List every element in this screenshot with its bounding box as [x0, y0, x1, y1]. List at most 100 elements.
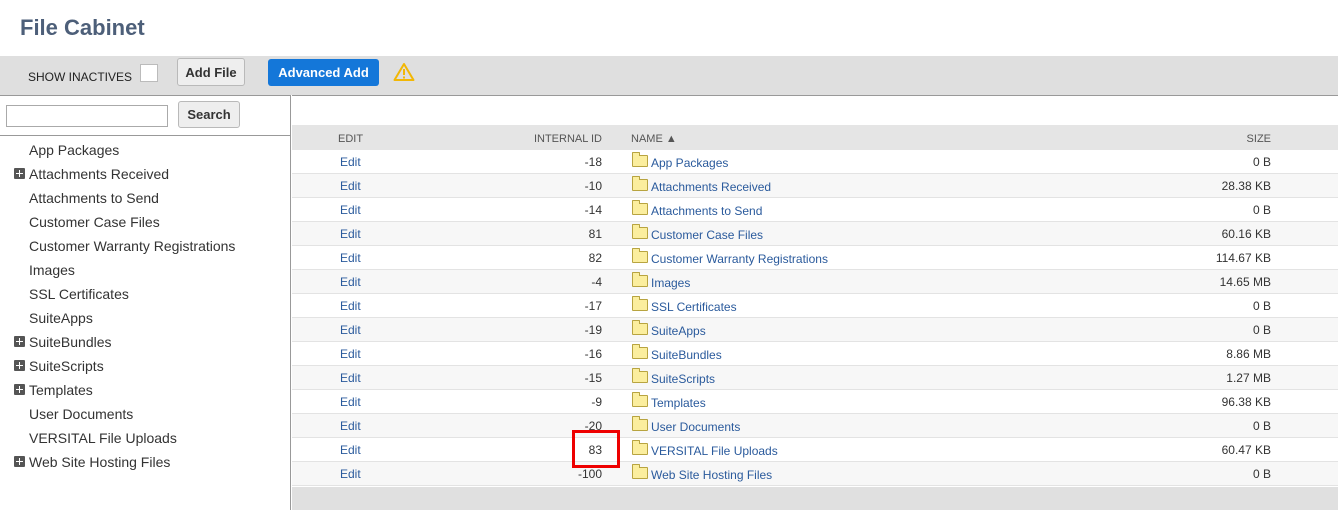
file-table-panel: EDIT INTERNAL ID NAME ▲ SIZE Edit -18 App …: [292, 95, 1338, 510]
tree-item[interactable]: VERSITAL File Uploads: [0, 426, 290, 450]
tree-item[interactable]: SuiteBundles: [0, 330, 290, 354]
expand-plus-icon[interactable]: [14, 336, 25, 347]
table-row: Edit -17 SSL Certificates 0 B: [292, 294, 1338, 318]
folder-name-link[interactable]: Customer Warranty Registrations: [651, 252, 828, 266]
internal-id-cell: -16: [584, 347, 602, 361]
table-row: Edit -100 Web Site Hosting Files 0 B: [292, 462, 1338, 486]
page-title: File Cabinet: [20, 15, 145, 40]
tree-item-label: App Packages: [29, 142, 120, 158]
internal-id-cell: -14: [584, 203, 602, 217]
folder-name-link[interactable]: Attachments to Send: [651, 204, 762, 218]
tree-item[interactable]: SSL Certificates: [0, 282, 290, 306]
table-row: Edit -20 User Documents 0 B: [292, 414, 1338, 438]
tree-item[interactable]: User Documents: [0, 402, 290, 426]
folder-name-link[interactable]: Customer Case Files: [651, 228, 763, 242]
tree-item[interactable]: Customer Case Files: [0, 210, 290, 234]
folder-name-link[interactable]: App Packages: [651, 156, 728, 170]
tree-item-label: Attachments Received: [29, 166, 170, 182]
table-row: Edit 82 Customer Warranty Registrations 114…: [292, 246, 1338, 270]
folder-name-link[interactable]: Images: [651, 276, 690, 290]
size-cell: 0 B: [1252, 155, 1271, 169]
table-row: Edit -9 Templates 96.38 KB: [292, 390, 1338, 414]
edit-link[interactable]: Edit: [340, 323, 361, 337]
internal-id-cell: -9: [591, 395, 602, 409]
edit-link[interactable]: Edit: [340, 467, 361, 481]
tree-item[interactable]: Attachments to Send: [0, 186, 290, 210]
folder-name-link[interactable]: Templates: [651, 396, 706, 410]
expand-plus-icon[interactable]: [14, 168, 25, 179]
edit-link[interactable]: Edit: [340, 251, 361, 265]
table-row: Edit -19 SuiteApps 0 B: [292, 318, 1338, 342]
expand-plus-icon[interactable]: [14, 360, 25, 371]
tree-item[interactable]: Images: [0, 258, 290, 282]
folder-icon: [632, 464, 648, 479]
tree-item[interactable]: Customer Warranty Registrations: [0, 234, 290, 258]
table-row: Edit -15 SuiteScripts 1.27 MB: [292, 366, 1338, 390]
expand-plus-icon[interactable]: [14, 456, 25, 467]
column-header-internal-id[interactable]: INTERNAL ID: [534, 133, 602, 145]
table-row: Edit -10 Attachments Received 28.38 KB: [292, 174, 1338, 198]
tree-item[interactable]: SuiteApps: [0, 306, 290, 330]
search-input[interactable]: [6, 105, 168, 127]
tree-item-label: Customer Warranty Registrations: [29, 238, 236, 254]
tree-item[interactable]: Attachments Received: [0, 162, 290, 186]
folder-icon: [632, 440, 648, 455]
warning-triangle-icon[interactable]: [393, 62, 415, 82]
table-row: Edit -16 SuiteBundles 8.86 MB: [292, 342, 1338, 366]
folder-name-link[interactable]: SuiteApps: [651, 324, 706, 338]
edit-link[interactable]: Edit: [340, 395, 361, 409]
folder-icon: [632, 392, 648, 407]
folder-icon: [632, 200, 648, 215]
add-file-button[interactable]: Add File: [177, 58, 245, 86]
edit-link[interactable]: Edit: [340, 419, 361, 433]
size-cell: 14.65 MB: [1219, 275, 1271, 289]
edit-link[interactable]: Edit: [340, 179, 361, 193]
tree-item[interactable]: App Packages: [0, 138, 290, 162]
search-button[interactable]: Search: [178, 101, 240, 128]
table-body: Edit -18 App Packages 0 B Edit -10 Attachments…: [292, 150, 1338, 486]
internal-id-cell: -10: [584, 179, 602, 193]
size-cell: 0 B: [1252, 299, 1271, 313]
size-cell: 0 B: [1252, 467, 1271, 481]
tree-item[interactable]: Web Site Hosting Files: [0, 450, 290, 474]
folder-name-link[interactable]: VERSITAL File Uploads: [651, 444, 778, 458]
folder-name-link[interactable]: Attachments Received: [651, 180, 771, 194]
folder-name-link[interactable]: SuiteBundles: [651, 348, 722, 362]
size-cell: 114.67 KB: [1215, 251, 1271, 265]
folder-name-link[interactable]: User Documents: [651, 420, 740, 434]
edit-link[interactable]: Edit: [340, 203, 361, 217]
internal-id-cell: -15: [584, 371, 602, 385]
folder-name-link[interactable]: SSL Certificates: [651, 300, 737, 314]
expand-plus-icon[interactable]: [14, 384, 25, 395]
edit-link[interactable]: Edit: [340, 275, 361, 289]
folder-name-link[interactable]: Web Site Hosting Files: [651, 468, 772, 482]
edit-link[interactable]: Edit: [340, 347, 361, 361]
tree-item-label: Attachments to Send: [29, 190, 159, 206]
edit-link[interactable]: Edit: [340, 443, 361, 457]
column-header-name[interactable]: NAME ▲: [631, 133, 677, 145]
table-header: EDIT INTERNAL ID NAME ▲ SIZE: [292, 125, 1338, 150]
table-row: Edit -4 Images 14.65 MB: [292, 270, 1338, 294]
edit-link[interactable]: Edit: [340, 155, 361, 169]
tree-item-label: Images: [29, 262, 75, 278]
size-cell: 0 B: [1252, 323, 1271, 337]
divider: [0, 135, 290, 136]
edit-link[interactable]: Edit: [340, 299, 361, 313]
size-cell: 60.47 KB: [1221, 443, 1271, 457]
folder-icon: [632, 368, 648, 383]
folder-icon: [632, 224, 648, 239]
tree-item[interactable]: SuiteScripts: [0, 354, 290, 378]
advanced-add-button[interactable]: Advanced Add: [268, 59, 379, 86]
tree-item-label: SuiteScripts: [29, 358, 104, 374]
table-row: Edit -18 App Packages 0 B: [292, 150, 1338, 174]
folder-name-link[interactable]: SuiteScripts: [651, 372, 715, 386]
column-header-size[interactable]: SIZE: [1247, 133, 1271, 145]
folder-icon: [632, 176, 648, 191]
tree-item-label: VERSITAL File Uploads: [29, 430, 177, 446]
tree-item[interactable]: Templates: [0, 378, 290, 402]
edit-link[interactable]: Edit: [340, 371, 361, 385]
edit-link[interactable]: Edit: [340, 227, 361, 241]
folder-icon: [632, 296, 648, 311]
show-inactives-checkbox[interactable]: [140, 64, 158, 82]
size-cell: 0 B: [1252, 419, 1271, 433]
